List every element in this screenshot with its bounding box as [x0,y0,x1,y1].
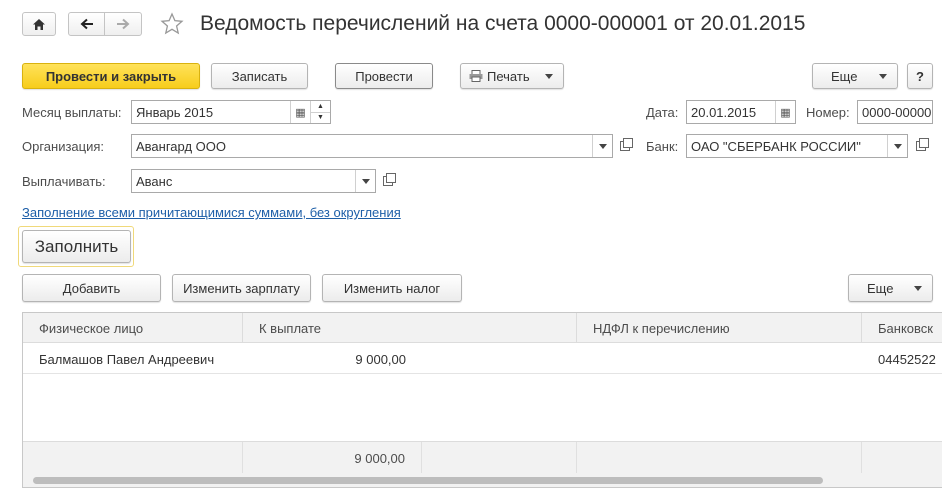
chevron-down-icon[interactable] [592,135,612,157]
more-label: Еще [831,68,858,84]
pay-value: Аванс [136,173,173,189]
pay-field[interactable]: Аванс [131,169,376,193]
date-field[interactable]: 20.01.2015 ▦ [686,100,796,124]
table-more-button[interactable]: Еще [848,274,933,302]
open-bank-icon[interactable] [912,136,930,156]
home-icon [33,18,45,30]
month-value: Январь 2015 [136,104,214,120]
date-label: Дата: [646,105,679,120]
page-title: Ведомость перечислений на счета 0000-000… [200,12,806,35]
print-button[interactable]: Печать [460,63,564,89]
person-cell: Балмашов Павел Андреевич [39,351,215,367]
table-more-label: Еще [867,280,894,296]
column-header[interactable]: НДФЛ к перечислению [577,313,862,343]
bank-label: Банк: [646,139,679,154]
table-footer: 9 000,00 [23,441,942,474]
nav-buttons [68,12,142,36]
table-header: Физическое лицо К выплате НДФЛ к перечис… [23,313,942,343]
org-label: Организация: [22,139,105,154]
column-header[interactable]: Банковск [862,313,942,343]
step-up-icon[interactable]: ▲ [311,101,330,113]
post-and-close-button[interactable]: Провести и закрыть [22,63,200,89]
home-button[interactable] [22,12,56,36]
save-button[interactable]: Записать [211,63,308,89]
bank-account-cell: 04452522 [878,351,936,367]
payments-table[interactable]: Физическое лицо К выплате НДФЛ к перечис… [22,312,942,488]
month-label: Месяц выплаты: [22,105,122,120]
date-value: 20.01.2015 [691,104,757,120]
bank-value: ОАО "СБЕРБАНК РОССИИ" [691,138,861,154]
amount-cell: 9 000,00 [355,351,406,367]
open-pay-icon[interactable] [379,171,397,191]
open-org-icon[interactable] [616,136,634,156]
post-button[interactable]: Провести [335,63,433,89]
chevron-down-icon [545,73,553,79]
change-salary-button[interactable]: Изменить зарплату [172,274,311,302]
horizontal-scrollbar[interactable] [23,473,942,487]
calendar-icon[interactable]: ▦ [290,101,310,123]
footer-cell [577,442,862,474]
print-label: Печать [487,68,530,84]
footer-cell [422,442,577,474]
number-value: 0000-000001 [862,104,932,120]
footer-cell [23,442,243,474]
forward-button[interactable] [105,13,141,35]
add-button[interactable]: Добавить [22,274,161,302]
printer-icon [469,70,483,82]
table-row[interactable]: Балмашов Павел Андреевич 9 000,00 044525… [23,344,942,374]
chevron-down-icon[interactable] [355,170,375,192]
favorite-star-icon[interactable] [160,12,184,36]
column-header[interactable]: К выплате [243,313,577,343]
fill-mode-link[interactable]: Заполнение всеми причитающимися суммами,… [22,205,401,220]
scrollbar-thumb[interactable] [33,477,823,484]
org-value: Авангард ООО [136,138,226,154]
back-button[interactable] [69,13,105,35]
more-button[interactable]: Еще [812,63,898,89]
arrow-left-icon [80,18,93,30]
calendar-icon[interactable]: ▦ [775,101,795,123]
number-label: Номер: [806,105,850,120]
fill-button[interactable]: Заполнить [22,230,131,263]
ndfl-cell [577,344,862,374]
month-field[interactable]: Январь 2015 ▦ ▲ ▼ [131,100,331,124]
number-field[interactable]: 0000-000001 [857,100,933,124]
chevron-down-icon [879,73,887,79]
total-amount-cell: 9 000,00 [243,442,422,474]
step-down-icon[interactable]: ▼ [311,113,330,124]
help-button[interactable]: ? [907,63,933,89]
arrow-right-icon [117,18,130,30]
change-tax-button[interactable]: Изменить налог [322,274,462,302]
org-field[interactable]: Авангард ООО [131,134,613,158]
pay-label: Выплачивать: [22,174,106,189]
column-header[interactable]: Физическое лицо [23,313,243,343]
month-stepper[interactable]: ▲ ▼ [310,101,330,123]
bank-field[interactable]: ОАО "СБЕРБАНК РОССИИ" [686,134,908,158]
chevron-down-icon[interactable] [887,135,907,157]
chevron-down-icon [914,285,922,291]
